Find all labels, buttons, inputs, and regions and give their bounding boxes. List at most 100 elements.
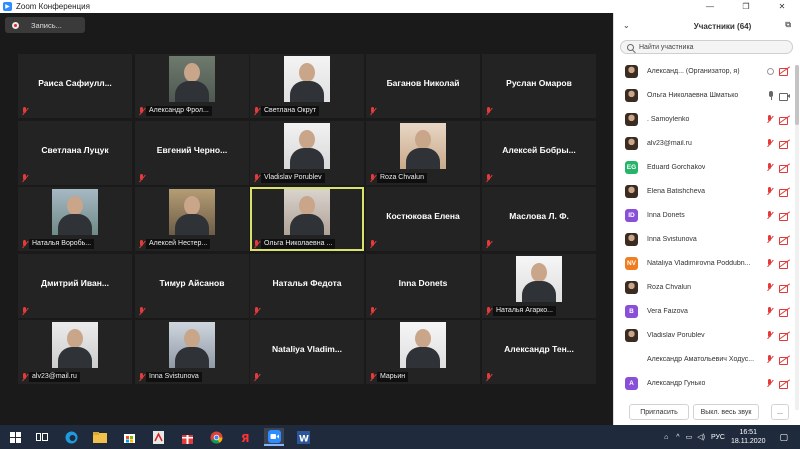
participant-tile[interactable]: Наталья Воробь... xyxy=(18,187,132,251)
start-icon[interactable] xyxy=(6,428,24,446)
participant-row[interactable]: Ольга Николаевна Шматько xyxy=(614,83,794,107)
mic-off-icon[interactable] xyxy=(766,211,774,220)
mic-off-icon[interactable] xyxy=(766,283,774,292)
participant-row[interactable]: Roza Chvalun xyxy=(614,275,794,299)
participant-row[interactable]: B Vera Faizova xyxy=(614,299,794,323)
notifications-icon[interactable]: ▢ xyxy=(779,432,788,443)
participant-tile[interactable]: Светлана Окрут xyxy=(250,54,364,118)
maximize-icon[interactable]: ❐ xyxy=(728,0,764,13)
participant-name: Roza Chvalun xyxy=(647,283,691,291)
task-view-icon[interactable] xyxy=(33,428,51,446)
mic-off-icon[interactable] xyxy=(766,163,774,172)
status-circle-icon[interactable] xyxy=(767,67,774,75)
file-explorer-icon[interactable] xyxy=(91,428,109,446)
participant-row[interactable]: Александр Аматольевич Ходус... xyxy=(614,347,794,371)
show-hidden-icons[interactable]: ^ xyxy=(676,434,679,441)
participant-row[interactable]: ID Inna Donets xyxy=(614,203,794,227)
video-off-icon[interactable] xyxy=(779,164,790,173)
participant-tile[interactable]: Наталья Федота xyxy=(250,254,364,318)
participant-tile[interactable]: Vladislav Porublev xyxy=(250,121,364,185)
close-icon[interactable]: ✕ xyxy=(764,0,800,13)
scrollbar-thumb[interactable] xyxy=(795,65,799,125)
participant-tile[interactable]: Nataliya Vladim... xyxy=(250,320,364,384)
word-icon[interactable]: W xyxy=(294,428,312,446)
minimize-icon[interactable]: — xyxy=(692,0,728,13)
system-tray: ⌂ ^ ▭ ◁) РУС 16:51 18.11.2020 ▢ xyxy=(664,425,800,449)
volume-icon[interactable]: ◁) xyxy=(697,433,705,441)
participant-tile[interactable]: Алексей Бобры... xyxy=(482,121,596,185)
participant-row[interactable]: NV Nataliya Vladimirovna Poddubn... xyxy=(614,251,794,275)
participant-tile[interactable]: Александр Фрол... xyxy=(135,54,249,118)
participant-tile[interactable]: Раиса Сафиулл... xyxy=(18,54,132,118)
mic-on-icon[interactable] xyxy=(768,91,774,100)
participant-tile[interactable]: Тимур Айсанов xyxy=(135,254,249,318)
participant-tile[interactable]: Костюкова Елена xyxy=(366,187,480,251)
participant-row[interactable]: EG Eduard Gorchakov xyxy=(614,155,794,179)
video-off-icon[interactable] xyxy=(779,260,790,269)
participant-tile[interactable]: Наталья Агарко... xyxy=(482,254,596,318)
participant-row[interactable]: Elena Batishcheva xyxy=(614,179,794,203)
participant-row[interactable]: Inna Svistunova xyxy=(614,227,794,251)
gift-app-icon[interactable] xyxy=(178,428,196,446)
mic-off-icon[interactable] xyxy=(766,259,774,268)
mic-off-icon[interactable] xyxy=(766,379,774,388)
invite-button[interactable]: Пригласить xyxy=(629,404,689,420)
acrobat-icon[interactable] xyxy=(149,428,167,446)
video-on-icon[interactable] xyxy=(779,92,790,101)
video-off-icon[interactable] xyxy=(779,332,790,341)
participant-tile[interactable]: Евгений Черно... xyxy=(135,121,249,185)
store-icon[interactable] xyxy=(120,428,138,446)
video-off-icon[interactable] xyxy=(779,116,790,125)
participant-tile[interactable]: Руслан Омаров xyxy=(482,54,596,118)
tile-status xyxy=(21,306,29,316)
participant-row[interactable]: A Александр Гунько xyxy=(614,371,794,395)
video-off-icon[interactable] xyxy=(779,212,790,221)
participant-tile[interactable]: Inna Svistunova xyxy=(135,320,249,384)
participant-tile[interactable]: Баганов Николай xyxy=(366,54,480,118)
mic-off-icon[interactable] xyxy=(766,139,774,148)
participant-tile[interactable]: alv23@mail.ru xyxy=(18,320,132,384)
mic-off-icon[interactable] xyxy=(766,355,774,364)
video-off-icon[interactable] xyxy=(779,380,790,389)
participant-row[interactable]: alv23@mail.ru xyxy=(614,131,794,155)
participant-tile[interactable]: Алексей Нестер... xyxy=(135,187,249,251)
mic-off-icon[interactable] xyxy=(766,235,774,244)
clock[interactable]: 16:51 18.11.2020 xyxy=(731,428,766,446)
chrome-icon[interactable] xyxy=(207,428,225,446)
mute-all-button[interactable]: Выкл. весь звук xyxy=(693,404,759,420)
video-off-icon[interactable] xyxy=(779,236,790,245)
participant-tile[interactable]: Марьин xyxy=(366,320,480,384)
mic-off-icon[interactable] xyxy=(766,331,774,340)
video-off-icon[interactable] xyxy=(779,67,790,76)
popout-icon[interactable]: ⧉ xyxy=(785,20,791,30)
video-off-icon[interactable] xyxy=(779,140,790,149)
mic-off-icon[interactable] xyxy=(766,187,774,196)
participant-row[interactable]: . Samoylenko xyxy=(614,107,794,131)
more-button[interactable]: ... xyxy=(771,404,789,420)
participant-tile[interactable]: Roza Chvalun xyxy=(366,121,480,185)
participant-row[interactable]: Александ... (Организатор, я) xyxy=(614,59,794,83)
video-off-icon[interactable] xyxy=(779,356,790,365)
participant-tile[interactable]: Inna Donets xyxy=(366,254,480,318)
video-off-icon[interactable] xyxy=(779,308,790,317)
network-icon[interactable]: ▭ xyxy=(686,433,693,441)
language-indicator[interactable]: РУС xyxy=(711,434,725,441)
participant-tile[interactable]: Александр Тен... xyxy=(482,320,596,384)
participant-tile[interactable]: Светлана Луцук xyxy=(18,121,132,185)
participant-list-scrollbar[interactable] xyxy=(795,65,799,410)
participant-video xyxy=(169,56,215,102)
participant-tile[interactable]: Ольга Николаевна ... xyxy=(250,187,364,251)
participant-tile[interactable]: Дмитрий Иван... xyxy=(18,254,132,318)
video-off-icon[interactable] xyxy=(779,284,790,293)
video-off-icon[interactable] xyxy=(779,188,790,197)
mic-off-icon[interactable] xyxy=(766,115,774,124)
participant-row[interactable]: Vladislav Porublev xyxy=(614,323,794,347)
yandex-icon[interactable]: Я xyxy=(236,428,254,446)
participant-search-input[interactable]: Найти участника xyxy=(620,40,793,54)
edge-icon[interactable] xyxy=(62,428,80,446)
zoom-icon[interactable] xyxy=(264,428,284,446)
record-button[interactable]: Запись... xyxy=(5,17,85,33)
participant-tile[interactable]: Маслова Л. Ф. xyxy=(482,187,596,251)
people-icon[interactable]: ⌂ xyxy=(664,434,668,441)
mic-off-icon[interactable] xyxy=(766,307,774,316)
